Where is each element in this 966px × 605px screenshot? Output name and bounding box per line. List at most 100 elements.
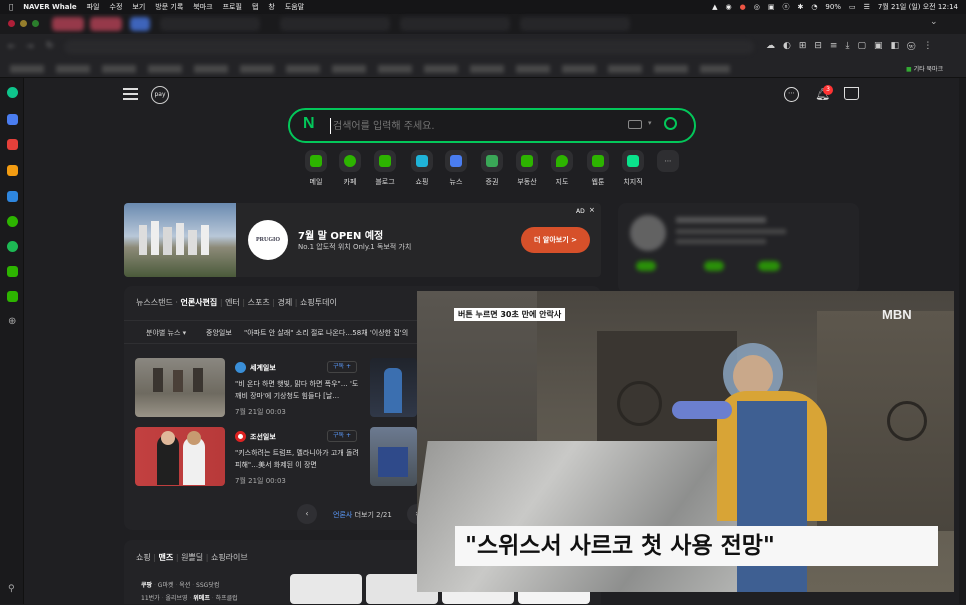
- keyboard-icon[interactable]: [628, 120, 642, 129]
- subscribe-button[interactable]: 구독 +: [327, 361, 357, 373]
- menu-window[interactable]: 창: [268, 2, 274, 12]
- tab-onedeal[interactable]: 원쁠딜: [181, 553, 203, 562]
- menu-icon[interactable]: [123, 88, 138, 100]
- news-thumbnail[interactable]: [370, 427, 417, 486]
- whale-home-icon[interactable]: [7, 87, 18, 98]
- cart-icon[interactable]: [844, 87, 859, 100]
- tab[interactable]: [400, 17, 510, 31]
- search-input[interactable]: [330, 118, 620, 134]
- tab[interactable]: [52, 17, 84, 31]
- service-realestate[interactable]: 부동산: [507, 150, 547, 187]
- news-headline[interactable]: "키스하려는 트럼프, 멜라니아가 고개 돌려 피해"…美서 화제된 이 장면: [235, 447, 359, 471]
- ad-cta-button[interactable]: 더 알아보기 >: [521, 227, 590, 253]
- service-news[interactable]: 뉴스: [436, 150, 476, 187]
- menu-tab[interactable]: 탭: [252, 2, 258, 12]
- tab[interactable]: [520, 17, 630, 31]
- prev-page-button[interactable]: ‹: [297, 504, 317, 524]
- profile-shortcut[interactable]: [758, 261, 780, 271]
- window-zoom-button[interactable]: [32, 20, 39, 27]
- bookmark-items[interactable]: [10, 65, 730, 73]
- window-close-button[interactable]: [8, 20, 15, 27]
- talk-icon[interactable]: ⋯: [784, 87, 799, 102]
- status-icon[interactable]: ●: [740, 3, 746, 11]
- service-more[interactable]: ⋯: [648, 150, 688, 177]
- tab[interactable]: [130, 17, 150, 31]
- tab[interactable]: [280, 17, 390, 31]
- sidebar-app-icon[interactable]: [7, 291, 18, 302]
- mall-link[interactable]: SSG닷컴: [196, 582, 219, 589]
- mall-link[interactable]: 옥션: [179, 582, 190, 589]
- search-box[interactable]: N ▾: [288, 108, 696, 143]
- pager-more-label[interactable]: 더보기: [355, 511, 374, 519]
- mall-link[interactable]: 쿠팡: [141, 582, 152, 589]
- search-icon[interactable]: [664, 117, 677, 130]
- pager-publisher-label[interactable]: 언론사: [333, 511, 352, 519]
- profile-shortcut[interactable]: [704, 261, 724, 271]
- tab-entertainment[interactable]: 엔터: [225, 298, 240, 307]
- menu-profile[interactable]: 프로필: [223, 2, 242, 12]
- status-icon[interactable]: ▲: [712, 3, 717, 11]
- sidebar-app-icon[interactable]: [7, 191, 18, 202]
- tab-newsstand[interactable]: 뉴스스탠드: [136, 298, 173, 307]
- scrollbar[interactable]: [959, 78, 966, 604]
- pin-icon[interactable]: ⚲: [8, 584, 15, 594]
- chevron-down-icon[interactable]: ▾: [648, 119, 652, 127]
- menu-file[interactable]: 파일: [87, 2, 100, 12]
- control-center-icon[interactable]: ☰: [864, 3, 870, 11]
- tab-sports[interactable]: 스포츠: [248, 298, 270, 307]
- address-bar[interactable]: [64, 40, 754, 54]
- reload-icon[interactable]: ↻: [46, 41, 54, 51]
- sidebar-app-icon[interactable]: [7, 165, 18, 176]
- menu-help[interactable]: 도움말: [285, 2, 304, 12]
- sidebar-app-icon[interactable]: [7, 139, 18, 150]
- mall-link[interactable]: 11번가: [141, 595, 160, 602]
- sidebar-app-icon[interactable]: [7, 266, 18, 277]
- service-blog[interactable]: 블로그: [365, 150, 405, 187]
- news-thumbnail[interactable]: [135, 358, 225, 417]
- product-thumbnail[interactable]: [290, 574, 362, 604]
- profile-shortcut[interactable]: [636, 261, 656, 271]
- new-tab-icon[interactable]: ⌄: [930, 17, 938, 27]
- mall-link[interactable]: 올리브영: [165, 595, 187, 602]
- subscribe-button[interactable]: 구독 +: [327, 430, 357, 442]
- clock[interactable]: 7월 21일 (일) 오전 12:14: [878, 2, 958, 12]
- tab-shopping-live[interactable]: 쇼핑라이브: [211, 553, 248, 562]
- ad-banner[interactable]: PRUGIO 7월 말 OPEN 예정 No.1 압도적 위치 Only.1 독…: [124, 203, 601, 277]
- sidebar-app-icon[interactable]: [7, 241, 18, 252]
- service-stock[interactable]: 증권: [472, 150, 512, 187]
- close-icon[interactable]: ×: [589, 206, 595, 214]
- add-app-icon[interactable]: ⊕: [8, 316, 16, 327]
- back-icon[interactable]: ←: [8, 42, 16, 52]
- tab[interactable]: [160, 17, 260, 31]
- ticker-headline[interactable]: "아파트 안 살래" 소리 절로 나온다…58채 '이상한 집'의: [244, 328, 408, 338]
- pip-video-player[interactable]: 버튼 누르면 30초 만에 안락사 MBN "스위스서 사르코 첫 사용 전망": [417, 291, 954, 592]
- avatar[interactable]: [630, 215, 666, 251]
- tab-economy[interactable]: 경제: [277, 298, 292, 307]
- service-webtoon[interactable]: 웹툰: [578, 150, 618, 187]
- ticker-source[interactable]: 중앙일보: [206, 328, 232, 338]
- status-icon[interactable]: ◉: [725, 3, 731, 11]
- service-cafe[interactable]: 카페: [330, 150, 370, 187]
- window-minimize-button[interactable]: [20, 20, 27, 27]
- app-menu-name[interactable]: NAVER Whale: [23, 3, 76, 11]
- battery-icon[interactable]: ▭: [849, 3, 856, 11]
- extension-icons[interactable]: ☁◐⊞⊟≡⤓▢▣◧ⓦ⋮: [766, 41, 940, 51]
- news-thumbnail[interactable]: [370, 358, 417, 417]
- status-icon[interactable]: ▣: [768, 3, 775, 11]
- menu-view[interactable]: 보기: [132, 2, 145, 12]
- other-bookmarks[interactable]: ■ 기타 북마크: [906, 64, 943, 73]
- tab[interactable]: [90, 17, 122, 31]
- menu-history[interactable]: 방문 기록: [155, 2, 183, 12]
- mall-link[interactable]: 하프클럽: [216, 595, 238, 602]
- tab-shopping[interactable]: 쇼핑: [136, 553, 151, 562]
- tab-publisher[interactable]: 언론사편집: [180, 298, 217, 307]
- mall-link[interactable]: 위메프: [193, 595, 210, 602]
- pay-button[interactable]: pay: [151, 86, 169, 104]
- sidebar-app-icon[interactable]: [7, 114, 18, 125]
- apple-icon[interactable]: : [9, 3, 13, 11]
- menu-bookmarks[interactable]: 북마크: [193, 2, 212, 12]
- tab-mens[interactable]: 맨즈: [159, 553, 174, 562]
- menu-edit[interactable]: 수정: [110, 2, 123, 12]
- mall-link[interactable]: G마켓: [158, 582, 174, 589]
- status-icon[interactable]: ◎: [754, 3, 760, 11]
